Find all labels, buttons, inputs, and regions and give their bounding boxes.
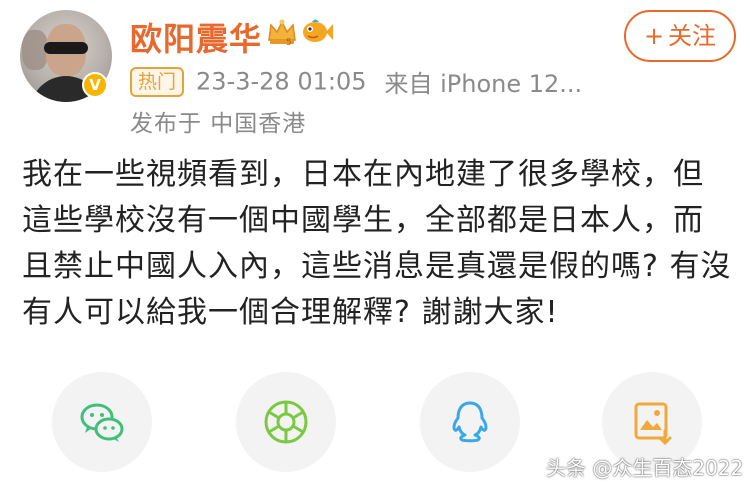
moments-icon [264, 400, 308, 444]
fish-badge-icon [303, 19, 333, 42]
svg-text:5: 5 [286, 38, 292, 48]
username[interactable]: 欧阳震华 [130, 14, 262, 60]
post-text: 我在一些視頻看到，日本在內地建了很多學校，但這些學校沒有一個中國學生，全部都是日… [22, 157, 732, 330]
avatar-glasses [44, 42, 88, 54]
hot-tag: 热门 [130, 66, 185, 97]
post-meta: 热门 23-3-28 01:05 来自 iPhone 12... [130, 64, 582, 99]
wechat-icon [80, 403, 124, 442]
follow-button[interactable]: + 关注 [624, 10, 736, 62]
share-moments-button[interactable] [236, 372, 336, 472]
qq-icon [452, 401, 488, 443]
save-image-icon [634, 402, 672, 446]
follow-label: 关注 [668, 22, 717, 50]
post-source: 来自 iPhone 12... [384, 70, 583, 98]
share-wechat-button[interactable] [52, 372, 152, 472]
plus-icon: + [643, 22, 665, 50]
share-qq-button[interactable] [420, 372, 520, 472]
crown-level-icon: 5 [268, 19, 296, 48]
post-location: 发布于 中国香港 [130, 111, 307, 137]
post-header: V 欧阳震华 5 热门 23-3-28 01:05 来自 iPhone 12... … [0, 0, 750, 140]
post-timestamp: 23-3-28 01:05 [196, 67, 367, 96]
verified-badge-icon: V [82, 72, 108, 98]
watermark: 头条 @众生百态2022 [546, 456, 744, 480]
